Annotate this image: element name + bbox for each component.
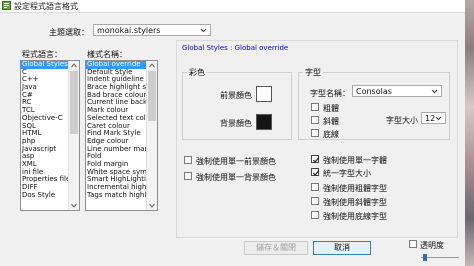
- app-icon: [2, 1, 11, 10]
- force-single-fg-colour-checkbox[interactable]: [184, 156, 192, 164]
- theme-select-value: monokai.stylers: [97, 26, 161, 35]
- font-name-label: 字型名稱：: [310, 89, 350, 98]
- style-list-scrollbar[interactable]: [146, 61, 157, 210]
- force-bold-font-label: 強制使用粗體字型: [323, 184, 387, 193]
- background-colour-swatch[interactable]: [256, 114, 272, 130]
- force-underline-font-checkbox[interactable]: [311, 211, 319, 219]
- style-path-text: Global Styles : Global override: [182, 44, 289, 52]
- font-group: [298, 72, 450, 140]
- force-single-font-label: 強制使用單一字體: [323, 156, 387, 165]
- scroll-down-icon[interactable]: [147, 201, 157, 210]
- language-list-label: 程式語言：: [22, 50, 62, 59]
- transparency-slider-thumb[interactable]: [423, 254, 427, 261]
- window-title: 設定程式語言格式: [14, 2, 78, 11]
- force-underline-font-label: 強制使用底線字型: [323, 212, 387, 221]
- bold-label: 粗體: [323, 104, 339, 113]
- font-name-select[interactable]: Consolas: [352, 85, 442, 97]
- language-list-item[interactable]: Dos Style: [21, 191, 68, 200]
- title-bar: 設定程式語言格式: [0, 0, 465, 13]
- font-size-label: 字型大小: [386, 116, 418, 125]
- font-size-select[interactable]: 12: [421, 112, 446, 124]
- transparency-label: 透明度: [420, 241, 444, 250]
- theme-select[interactable]: monokai.stylers: [93, 24, 211, 36]
- force-single-bg-colour-label: 強制使用單一背景顏色: [196, 173, 276, 182]
- chevron-down-icon: [434, 113, 443, 123]
- uniform-font-size-label: 統一字型大小: [323, 169, 371, 178]
- force-single-font-checkbox[interactable]: [311, 155, 320, 163]
- style-list[interactable]: Global override Default Style Indent guide…: [85, 60, 158, 211]
- chevron-down-icon: [199, 25, 208, 35]
- scroll-down-icon[interactable]: [69, 201, 79, 210]
- foreground-colour-label: 前景顏色: [220, 91, 252, 100]
- font-name-value: Consolas: [356, 87, 392, 96]
- save-and-close-button[interactable]: 儲存＆關閉: [244, 241, 308, 255]
- background-colour-label: 背景顏色: [220, 119, 252, 128]
- style-list-item[interactable]: Tags match highlight: [86, 191, 146, 200]
- force-single-fg-colour-label: 強制使用單一前景顏色: [196, 157, 276, 166]
- language-list[interactable]: Global Styles C C++ Java C# RC TCL Objective-C S…: [20, 60, 80, 211]
- italic-label: 斜體: [323, 117, 339, 126]
- style-list-label: 樣式名稱：: [87, 50, 127, 59]
- italic-checkbox[interactable]: [311, 116, 319, 124]
- bold-checkbox[interactable]: [311, 103, 319, 111]
- font-group-title: 字型: [303, 67, 323, 78]
- language-list-scrollbar[interactable]: [68, 61, 79, 210]
- style-list-scroll-thumb[interactable]: [148, 71, 156, 121]
- transparency-checkbox[interactable]: [409, 240, 417, 248]
- force-italic-font-checkbox[interactable]: [311, 197, 319, 205]
- theme-label: 主題選取：: [49, 28, 89, 37]
- language-list-item[interactable]: Global Styles: [21, 61, 68, 69]
- force-bold-font-checkbox[interactable]: [311, 183, 319, 191]
- underline-label: 底線: [323, 130, 339, 139]
- chevron-down-icon: [430, 86, 439, 96]
- colour-group-title: 彩色: [187, 67, 207, 78]
- colour-group: [182, 72, 292, 140]
- foreground-colour-swatch[interactable]: [256, 86, 272, 102]
- uniform-font-size-checkbox[interactable]: [311, 168, 320, 176]
- force-single-bg-colour-checkbox[interactable]: [184, 172, 192, 180]
- style-configurator-window: 設定程式語言格式 主題選取： monokai.stylers 程式語言： Glo…: [0, 0, 465, 266]
- underline-checkbox[interactable]: [311, 129, 319, 137]
- scroll-up-icon[interactable]: [69, 61, 79, 70]
- force-italic-font-label: 強制使用斜體字型: [323, 198, 387, 207]
- cancel-button[interactable]: 取消: [313, 241, 371, 255]
- background-wallpaper-strip: [465, 0, 474, 266]
- scroll-up-icon[interactable]: [147, 61, 157, 70]
- language-list-scroll-thumb[interactable]: [70, 71, 78, 134]
